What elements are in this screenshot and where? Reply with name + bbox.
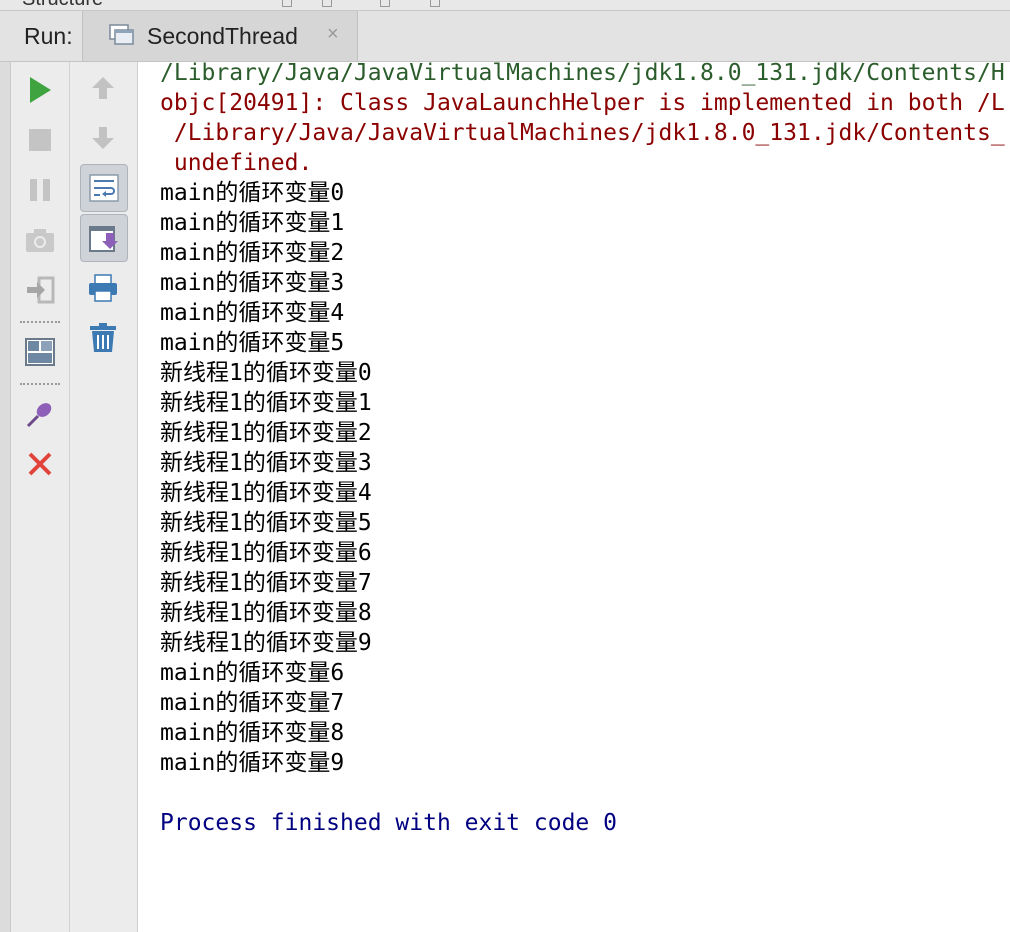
top-panel-strip: Structure xyxy=(0,0,1010,11)
tab-title: SecondThread xyxy=(147,23,298,49)
console-line: 新线程1的循环变量4 xyxy=(160,480,372,506)
console-line: /Library/Java/JavaVirtualMachines/jdk1.8… xyxy=(160,60,1005,86)
console-line: Process finished with exit code 0 xyxy=(160,810,617,836)
pause-icon xyxy=(30,179,50,201)
soft-wrap-button[interactable] xyxy=(80,164,128,212)
console-line: objc[20491]: Class JavaLaunchHelper is i… xyxy=(160,90,1005,116)
console-output[interactable]: /Library/Java/JavaVirtualMachines/jdk1.8… xyxy=(160,58,1010,932)
pause-button[interactable] xyxy=(20,170,60,210)
print-button[interactable] xyxy=(83,268,123,308)
console-line: 新线程1的循环变量1 xyxy=(160,390,372,416)
console-line: 新线程1的循环变量0 xyxy=(160,360,372,386)
close-icon xyxy=(28,452,52,476)
upload-icon[interactable] xyxy=(322,0,332,7)
scroll-to-end-button[interactable] xyxy=(80,214,128,262)
console-line: main的循环变量0 xyxy=(160,180,345,206)
camera-icon xyxy=(26,229,54,252)
console-line: main的循环变量3 xyxy=(160,270,345,296)
restore-layout-button[interactable] xyxy=(20,332,60,372)
console-line: main的循环变量1 xyxy=(160,210,345,236)
gear-icon[interactable] xyxy=(380,0,390,7)
console-line: 新线程1的循环变量5 xyxy=(160,510,372,536)
console-line: /Library/Java/JavaVirtualMachines/jdk1.8… xyxy=(160,120,1005,146)
console-line: 新线程1的循环变量2 xyxy=(160,420,372,446)
console-line: main的循环变量8 xyxy=(160,720,345,746)
console-line: 新线程1的循环变量7 xyxy=(160,570,372,596)
structure-tab-label[interactable]: Structure xyxy=(22,0,103,10)
console-line: undefined. xyxy=(160,150,313,176)
arrow-down-icon xyxy=(92,127,114,149)
console-toolbar xyxy=(70,62,138,932)
console-line: main的循环变量4 xyxy=(160,300,345,326)
arrow-up-icon xyxy=(92,77,114,99)
console-line: 新线程1的循环变量9 xyxy=(160,630,372,656)
console-line: 新线程1的循环变量6 xyxy=(160,540,372,566)
console-line: main的循环变量6 xyxy=(160,660,345,686)
stop-icon xyxy=(29,129,51,151)
left-edge-strip xyxy=(0,62,11,932)
console-window-icon xyxy=(109,24,134,45)
exit-icon xyxy=(27,276,55,304)
print-icon xyxy=(89,274,117,302)
soft-wrap-icon xyxy=(89,174,119,202)
tab-second-thread[interactable]: SecondThread × xyxy=(82,11,358,61)
run-label: Run: xyxy=(24,23,73,49)
console-line: 新线程1的循环变量3 xyxy=(160,450,372,476)
console-line: main的循环变量5 xyxy=(160,330,345,356)
scroll-to-end-icon xyxy=(89,226,118,252)
close-run-button[interactable] xyxy=(20,444,60,484)
rerun-button[interactable] xyxy=(20,70,60,110)
run-icon xyxy=(30,77,51,103)
toolbar-separator xyxy=(20,321,60,323)
console-line: main的循环变量9 xyxy=(160,750,345,776)
pin-tab-button[interactable] xyxy=(20,394,60,434)
clear-all-button[interactable] xyxy=(83,318,123,358)
pin-icon[interactable] xyxy=(430,0,440,7)
console-line: main的循环变量2 xyxy=(160,240,345,266)
layout-icon xyxy=(25,338,55,366)
stop-button[interactable] xyxy=(20,120,60,160)
next-occurrence-button[interactable] xyxy=(83,118,123,158)
dump-threads-button[interactable] xyxy=(20,220,60,260)
run-toolbar xyxy=(11,62,70,932)
trash-icon xyxy=(90,323,116,352)
run-tool-window-header: Run: SecondThread × xyxy=(0,11,1010,62)
tab-close-icon[interactable]: × xyxy=(327,23,339,46)
console-line: main的循环变量7 xyxy=(160,690,345,716)
toolbar-separator xyxy=(20,383,60,385)
pin-icon xyxy=(26,403,52,428)
console-line: 新线程1的循环变量8 xyxy=(160,600,372,626)
previous-occurrence-button[interactable] xyxy=(83,68,123,108)
download-icon[interactable] xyxy=(282,0,292,7)
exit-button[interactable] xyxy=(20,270,60,310)
